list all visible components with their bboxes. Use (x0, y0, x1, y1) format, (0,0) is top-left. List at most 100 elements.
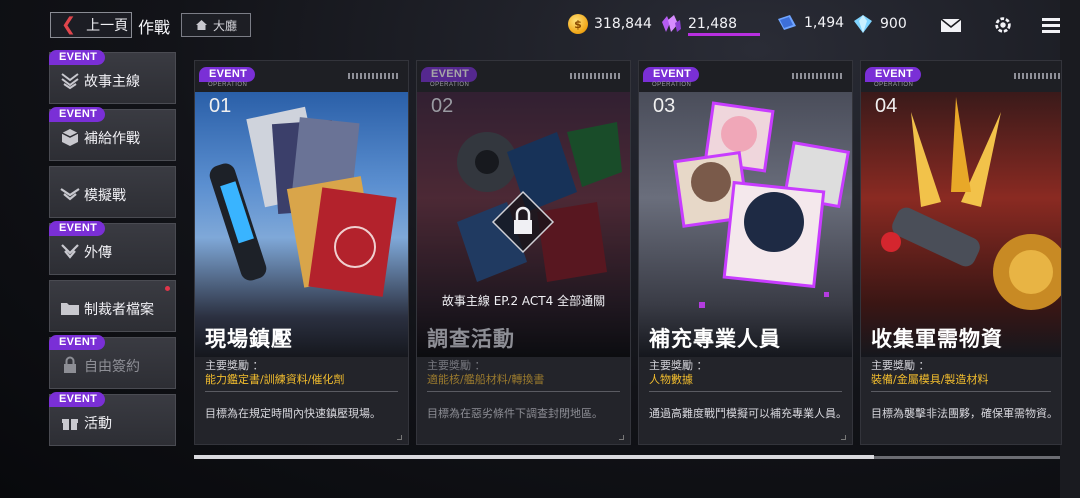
sidebar-item-label: 自由簽約 (84, 359, 140, 375)
operation-card-01[interactable]: EVENT OPERATION 01 現場鎮壓 主要獎勵 ： 能力鑑定書/訓練資… (194, 60, 409, 445)
sidebar-item-enforcer-files[interactable]: 制裁者檔案 (49, 280, 176, 332)
crystal-value: 21,488 (688, 16, 737, 32)
ticket-counter[interactable]: 1,494 (776, 14, 844, 32)
diamond-gem-icon (854, 15, 872, 33)
lobby-button[interactable]: 大廳 (181, 13, 251, 37)
sidebar-item-label: 外傳 (84, 245, 112, 261)
sidebar-item-simulation[interactable]: 模擬戰 (49, 166, 176, 218)
event-tag: EVENT (49, 107, 106, 122)
event-tag: EVENT (643, 67, 700, 82)
blue-ticket-icon (778, 15, 796, 30)
card-artwork (639, 92, 852, 357)
corner-mark (841, 435, 846, 440)
event-tag: EVENT (49, 50, 106, 65)
gem-value: 900 (880, 16, 907, 32)
sidebar-item-activity[interactable]: EVENT 活動 (49, 392, 176, 446)
stripe-decoration (792, 73, 844, 79)
story-icon (61, 73, 79, 90)
divider (649, 391, 842, 392)
card-scrollbar[interactable] (194, 455, 1060, 459)
gold-coin-icon: $ (568, 14, 588, 34)
event-tag: EVENT (49, 392, 106, 407)
simulation-icon (60, 188, 80, 201)
page-title: 作戰 (138, 18, 171, 37)
lock-overlay: 故事主線 EP.2 ACT4 全部通關 (417, 92, 630, 357)
stripe-decoration (570, 73, 622, 79)
folder-icon (61, 303, 79, 315)
gift-icon (62, 419, 78, 430)
reward-items: 裝備/金屬模具/製造材料 (871, 373, 989, 386)
gem-counter[interactable]: 900 (852, 14, 907, 34)
card-title: 補充專業人員 (649, 327, 781, 351)
gold-counter[interactable]: $ 318,844 (568, 14, 652, 34)
crystal-underline (688, 33, 760, 36)
card-description: 通過高難度戰鬥模擬可以補充專業人員。 (649, 407, 847, 420)
operation-number: 04 (875, 95, 898, 117)
gear-icon[interactable] (992, 15, 1014, 35)
card-header: EVENT OPERATION (639, 61, 852, 92)
operation-label: OPERATION (208, 82, 248, 88)
right-edge (1060, 0, 1080, 498)
event-tag: EVENT (865, 67, 922, 82)
back-chevron-icon: ❮ (61, 14, 77, 35)
sidebar-item-story[interactable]: EVENT 故事主線 (49, 50, 176, 104)
card-title: 現場鎮壓 (205, 327, 293, 351)
sidebar-item-label: 活動 (84, 416, 112, 432)
event-tag: EVENT (421, 67, 478, 82)
purple-crystal-icon (662, 15, 681, 32)
back-label: 上一頁 (86, 18, 129, 34)
event-tag: EVENT (49, 221, 106, 236)
top-bar: ❮ 上一頁 作戰 大廳 $ 318,844 21,488 1,494 900 (0, 0, 1080, 52)
stripe-decoration (348, 73, 400, 79)
event-tag: EVENT (49, 335, 106, 350)
operation-card-02[interactable]: EVENT OPERATION 故事主線 EP.2 ACT4 全部通關 02 調… (416, 60, 631, 445)
card-header: EVENT OPERATION (861, 61, 1061, 92)
crystal-counter[interactable]: 21,488 (658, 14, 737, 34)
card-description: 目標為在規定時間內快速鎮壓現場。 (205, 407, 381, 420)
operation-number: 03 (653, 95, 676, 117)
corner-mark (619, 435, 624, 440)
mail-icon[interactable] (940, 15, 962, 35)
card-header: EVENT OPERATION (195, 61, 408, 92)
card-body: 收集軍需物資 主要獎勵 ： 裝備/金屬模具/製造材料 目標為襲擊非法團夥，確保軍… (861, 327, 1061, 444)
operation-card-03[interactable]: EVENT OPERATION 03 補充專業人員 主要獎勵 ： 人物數據 通過… (638, 60, 853, 445)
lock-icon (64, 356, 76, 373)
training-items-illustration (209, 106, 397, 297)
personnel-portraits-illustration (673, 101, 851, 308)
operation-card-04[interactable]: EVENT OPERATION 04 收集軍需物資 主要獎勵 ： 裝備/金屬模具… (860, 60, 1062, 445)
menu-icon[interactable] (1040, 15, 1062, 35)
scrollbar-thumb[interactable] (194, 455, 874, 459)
back-button[interactable]: ❮ 上一頁 (50, 12, 132, 38)
sidebar-item-label: 模擬戰 (84, 188, 126, 204)
sidebar-item-label: 制裁者檔案 (84, 302, 154, 318)
corner-mark (397, 435, 402, 440)
card-description: 目標為襲擊非法團夥，確保軍需物資。 (871, 407, 1058, 420)
sidebar-item-supply[interactable]: EVENT 補給作戰 (49, 107, 176, 161)
sidebar-item-label: 故事主線 (84, 74, 140, 90)
reward-items: 能力鑑定書/訓練資料/催化劑 (205, 373, 345, 386)
lock-diamond-icon (491, 190, 555, 254)
card-description: 目標為在惡劣條件下調查封閉地區。 (427, 407, 603, 420)
operation-label: OPERATION (874, 82, 914, 88)
operation-number: 01 (209, 95, 232, 117)
card-body: 補充專業人員 主要獎勵 ： 人物數據 通過高難度戰鬥模擬可以補充專業人員。 (639, 327, 852, 444)
event-tag: EVENT (199, 67, 256, 82)
reward-items: 人物數據 (649, 373, 693, 386)
divider (871, 391, 1051, 392)
divider (427, 391, 620, 392)
unlock-condition: 故事主線 EP.2 ACT4 全部通關 (441, 294, 606, 308)
sidebar-item-label: 補給作戰 (84, 131, 140, 147)
reward-items: 適能核/艦船材料/轉換書 (427, 373, 545, 386)
sidebar-item-side-story[interactable]: EVENT 外傳 (49, 221, 176, 275)
lobby-label: 大廳 (212, 18, 237, 33)
military-supplies-illustration (881, 97, 1061, 310)
card-artwork (861, 92, 1061, 357)
divider (205, 391, 398, 392)
card-body: 調查活動 主要獎勵 ： 適能核/艦船材料/轉換書 目標為在惡劣條件下調查封閉地區… (417, 327, 630, 444)
home-icon (195, 20, 207, 30)
operation-label: OPERATION (652, 82, 692, 88)
card-artwork (195, 92, 408, 357)
sidebar-item-free-contract[interactable]: EVENT 自由簽約 (49, 335, 176, 389)
card-body: 現場鎮壓 主要獎勵 ： 能力鑑定書/訓練資料/催化劑 目標為在規定時間內快速鎮壓… (195, 327, 408, 444)
stripe-decoration (1014, 73, 1061, 79)
